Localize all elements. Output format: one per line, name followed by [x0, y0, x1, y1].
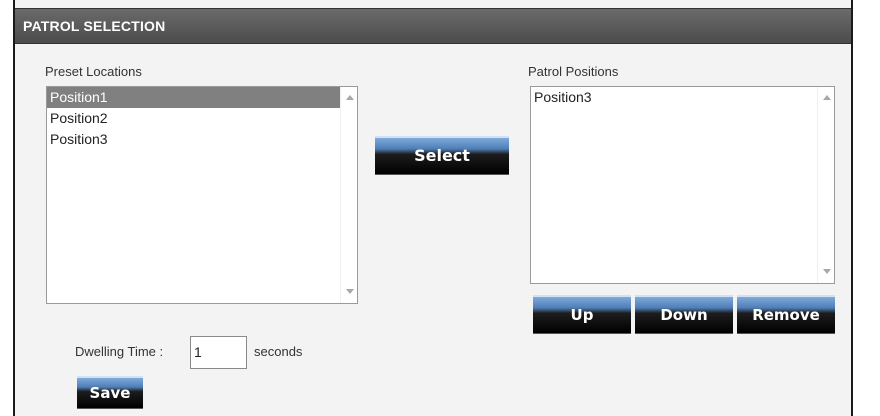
- list-item[interactable]: Position2: [47, 108, 340, 129]
- patrol-items: Position3: [531, 87, 817, 283]
- list-item[interactable]: Position3: [531, 87, 817, 108]
- scroll-down-icon[interactable]: [823, 269, 831, 274]
- scroll-up-icon[interactable]: [823, 95, 831, 100]
- patrol-positions-list[interactable]: Position3: [530, 86, 835, 284]
- select-button[interactable]: Select: [375, 136, 509, 174]
- dwelling-time-input[interactable]: 1: [190, 336, 247, 369]
- scroll-down-icon[interactable]: [346, 289, 354, 294]
- preset-scrollbar[interactable]: [340, 87, 357, 303]
- patrol-scrollbar[interactable]: [817, 87, 834, 283]
- up-button[interactable]: Up: [533, 295, 631, 333]
- list-item[interactable]: Position3: [47, 129, 340, 150]
- preset-items: Position1 Position2 Position3: [47, 87, 340, 303]
- scroll-up-icon[interactable]: [346, 95, 354, 100]
- preset-locations-label: Preset Locations: [45, 64, 142, 79]
- panel-title: PATROL SELECTION: [15, 8, 851, 44]
- save-button[interactable]: Save: [77, 376, 143, 408]
- preset-locations-list[interactable]: Position1 Position2 Position3: [46, 86, 358, 304]
- patrol-selection-panel: PATROL SELECTION Preset Locations Positi…: [13, 0, 853, 416]
- remove-button[interactable]: Remove: [737, 295, 835, 333]
- seconds-label: seconds: [254, 344, 303, 359]
- down-button[interactable]: Down: [635, 295, 733, 333]
- dwelling-time-label: Dwelling Time :: [75, 344, 164, 359]
- patrol-positions-label: Patrol Positions: [528, 64, 619, 79]
- list-item[interactable]: Position1: [47, 87, 340, 108]
